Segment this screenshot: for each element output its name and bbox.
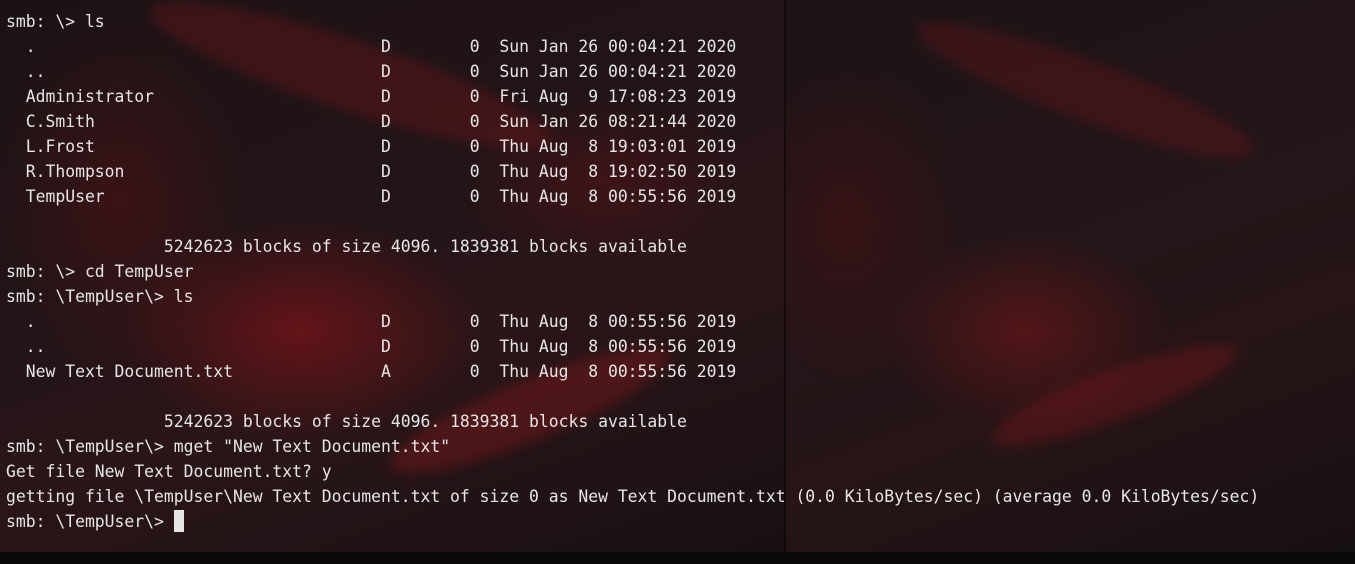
terminal-line: L.Frost D 0 Thu Aug 8 19:03:01 2019 — [6, 137, 737, 156]
terminal-line: C.Smith D 0 Sun Jan 26 08:21:44 2020 — [6, 112, 737, 131]
terminal-line: smb: \TempUser\> ls — [6, 287, 194, 306]
terminal-line: 5242623 blocks of size 4096. 1839381 blo… — [6, 237, 687, 256]
terminal-line: TempUser D 0 Thu Aug 8 00:55:56 2019 — [6, 187, 737, 206]
terminal-line: New Text Document.txt A 0 Thu Aug 8 00:5… — [6, 362, 737, 381]
terminal-line: . D 0 Thu Aug 8 00:55:56 2019 — [6, 312, 737, 331]
terminal-line: Get file New Text Document.txt? y — [6, 462, 332, 481]
terminal-line: 5242623 blocks of size 4096. 1839381 blo… — [6, 412, 687, 431]
terminal-line: smb: \> cd TempUser — [6, 262, 194, 281]
terminal-line: .. D 0 Sun Jan 26 00:04:21 2020 — [6, 62, 737, 81]
terminal-line: getting file \TempUser\New Text Document… — [6, 487, 1260, 506]
terminal-line: R.Thompson D 0 Thu Aug 8 19:02:50 2019 — [6, 162, 737, 181]
text-cursor — [173, 510, 184, 532]
terminal-prompt: smb: \TempUser\> — [6, 512, 174, 531]
terminal-line: . D 0 Sun Jan 26 00:04:21 2020 — [6, 37, 737, 56]
bottom-edge — [0, 552, 1355, 564]
terminal-prompt-line[interactable]: smb: \TempUser\> — [6, 509, 1355, 534]
terminal-line: Administrator D 0 Fri Aug 9 17:08:23 201… — [6, 87, 737, 106]
terminal-line: smb: \TempUser\> mget "New Text Document… — [6, 437, 451, 456]
terminal-line: smb: \> ls — [6, 12, 105, 31]
terminal-line: .. D 0 Thu Aug 8 00:55:56 2019 — [6, 337, 737, 356]
terminal-output[interactable]: smb: \> ls . D 0 Sun Jan 26 00:04:21 202… — [6, 9, 1355, 534]
